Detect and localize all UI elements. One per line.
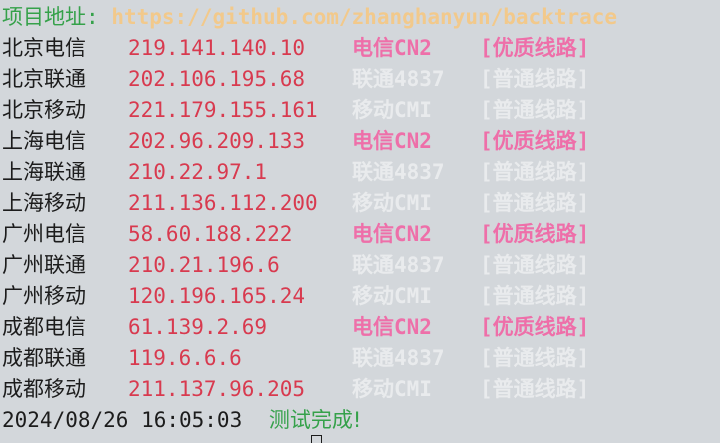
terminal-output: 项目地址: https://github.com/zhanghanyun/bac… — [0, 0, 720, 443]
completion-status: 测试完成! — [268, 408, 362, 432]
route-quality: [优质线路] — [480, 36, 590, 60]
location-label: 广州移动 — [2, 284, 86, 308]
isp-route: 联通4837 — [352, 160, 445, 184]
isp-route: 电信CN2 — [352, 36, 432, 60]
isp-route: 电信CN2 — [352, 315, 432, 339]
ip-address: 202.106.195.68 — [128, 67, 306, 91]
ip-address: 58.60.188.222 — [128, 222, 293, 246]
location-label: 广州联通 — [2, 253, 86, 277]
ip-address: 210.21.196.6 — [128, 253, 280, 277]
route-quality: [普通线路] — [480, 160, 590, 184]
ip-address: 211.136.112.200 — [128, 191, 318, 215]
ip-address: 221.179.155.161 — [128, 98, 318, 122]
ip-address: 61.139.2.69 — [128, 315, 268, 339]
location-label: 上海联通 — [2, 160, 86, 184]
isp-route: 移动CMI — [352, 191, 432, 215]
footer-line: 2024/08/26 16:05:03 测试完成! — [2, 405, 361, 436]
route-quality: [优质线路] — [480, 129, 590, 153]
route-quality: [普通线路] — [480, 284, 590, 308]
isp-route: 联通4837 — [352, 67, 445, 91]
isp-route: 联通4837 — [352, 346, 445, 370]
route-quality: [优质线路] — [480, 222, 590, 246]
location-label: 北京移动 — [2, 98, 86, 122]
ip-address: 210.22.97.1 — [128, 160, 268, 184]
ip-address: 119.6.6.6 — [128, 346, 242, 370]
ip-address: 202.96.209.133 — [128, 129, 306, 153]
route-quality: [普通线路] — [480, 346, 590, 370]
location-label: 北京电信 — [2, 36, 86, 60]
route-quality: [普通线路] — [480, 191, 590, 215]
isp-route: 移动CMI — [352, 284, 432, 308]
route-quality: [普通线路] — [480, 67, 590, 91]
isp-route: 联通4837 — [352, 253, 445, 277]
isp-route: 电信CN2 — [352, 222, 432, 246]
ip-address: 219.141.140.10 — [128, 36, 306, 60]
location-label: 上海移动 — [2, 191, 86, 215]
location-label: 成都联通 — [2, 346, 86, 370]
location-label: 北京联通 — [2, 67, 86, 91]
route-quality: [优质线路] — [480, 315, 590, 339]
route-quality: [普通线路] — [480, 253, 590, 277]
route-quality: [普通线路] — [480, 98, 590, 122]
route-quality: [普通线路] — [480, 377, 590, 401]
ip-address: 120.196.165.24 — [128, 284, 306, 308]
location-label: 成都电信 — [2, 315, 86, 339]
isp-route: 移动CMI — [352, 98, 432, 122]
project-address-label: 项目地址: — [2, 5, 99, 29]
location-label: 广州电信 — [2, 222, 86, 246]
header-line: 项目地址: https://github.com/zhanghanyun/bac… — [2, 2, 617, 33]
location-label: 上海电信 — [2, 129, 86, 153]
project-url[interactable]: https://github.com/zhanghanyun/backtrace — [111, 5, 617, 29]
ip-address: 211.137.96.205 — [128, 377, 306, 401]
terminal-cursor[interactable] — [311, 435, 322, 443]
completion-timestamp: 2024/08/26 16:05:03 — [2, 408, 243, 432]
isp-route: 移动CMI — [352, 377, 432, 401]
isp-route: 电信CN2 — [352, 129, 432, 153]
location-label: 成都移动 — [2, 377, 86, 401]
